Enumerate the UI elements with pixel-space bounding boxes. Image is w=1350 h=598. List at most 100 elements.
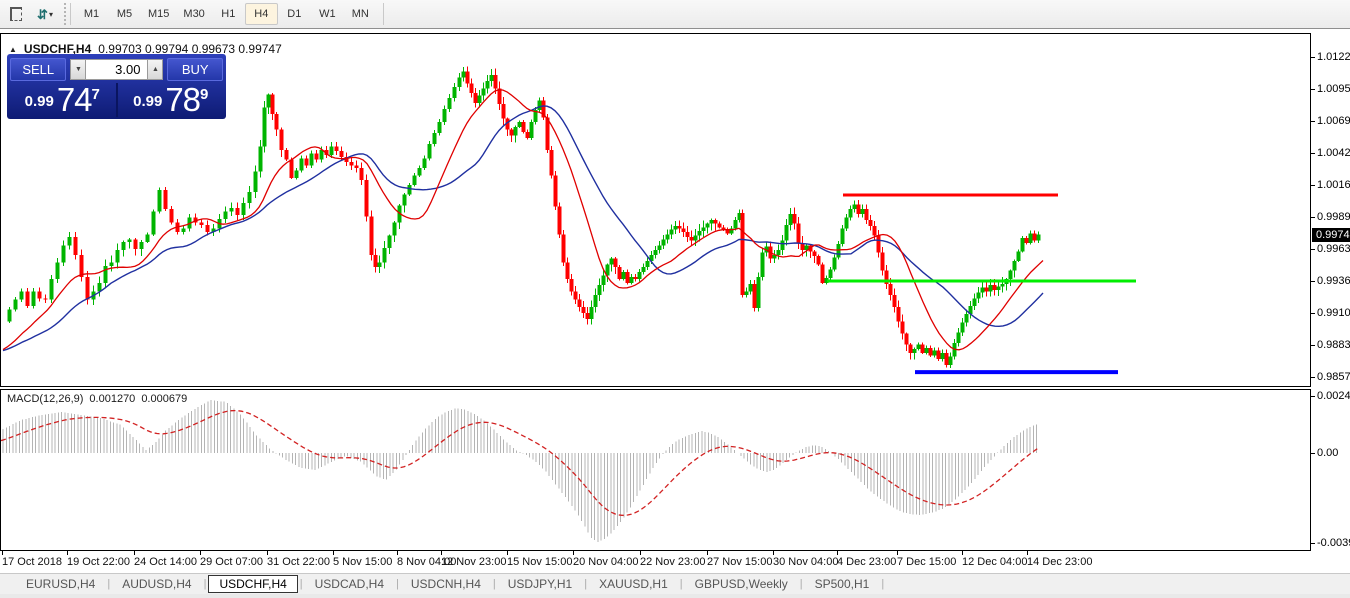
price-axis-label: 0.99100 <box>1317 307 1350 319</box>
volume-input[interactable] <box>86 59 147 80</box>
price-axis-label: 1.01220 <box>1317 51 1350 63</box>
auto-arrange-icon[interactable]: ⇵ ▾ <box>32 2 58 26</box>
tab-usdcnh[interactable]: USDCNH,H4 <box>401 576 491 592</box>
price-axis-label: 0.99895 <box>1317 211 1350 223</box>
timeframe-button-group: M1M5M15M30H1H4D1W1MN <box>75 3 377 25</box>
tab-usdchf[interactable]: USDCHF,H4 <box>208 575 297 593</box>
time-axis-label: 7 Dec 15:00 <box>897 556 956 568</box>
top-toolbar: ⇵ ▾ M1M5M15M30H1H4D1W1MN <box>0 0 1350 29</box>
timeframe-button-m5[interactable]: M5 <box>108 3 141 25</box>
current-price-badge: 0.99747 <box>1312 228 1350 242</box>
tab-eurusd[interactable]: EURUSD,H4 <box>16 576 105 592</box>
buy-price[interactable]: 0.99 78 9 <box>119 83 224 117</box>
time-axis-label: 12 Dec 04:00 <box>962 556 1027 568</box>
time-axis-label: 24 Oct 14:00 <box>134 556 197 568</box>
buy-price-pips: 78 <box>165 85 200 115</box>
macd-indicator-pane[interactable]: MACD(12,26,9) 0.001270 0.000679 <box>0 389 1311 551</box>
dropdown-arrow-icon: ▾ <box>49 10 53 19</box>
time-axis-tick <box>134 551 135 555</box>
tab-sp500[interactable]: SP500,H1 <box>805 576 880 592</box>
transfer-arrows-icon: ⇵ <box>37 8 48 21</box>
time-axis-label: 12 Nov 23:00 <box>441 556 506 568</box>
price-axis-tick <box>1311 313 1315 314</box>
tab-separator: | <box>584 578 587 590</box>
time-axis-tick <box>441 551 442 555</box>
volume-increase-button[interactable]: ▲ <box>147 59 163 80</box>
tab-usdcad[interactable]: USDCAD,H4 <box>305 576 394 592</box>
price-axis-tick <box>1311 217 1315 218</box>
chart-window: ▲ USDCHF,H4 0.99703 0.99794 0.99673 0.99… <box>0 29 1350 573</box>
price-axis-label: 0.99365 <box>1317 275 1350 287</box>
timeframe-button-mn[interactable]: MN <box>344 3 377 25</box>
tab-usdjpy[interactable]: USDJPY,H1 <box>498 576 582 592</box>
tab-separator: | <box>107 578 110 590</box>
tab-separator: | <box>300 578 303 590</box>
timeframe-button-m15[interactable]: M15 <box>141 3 176 25</box>
macd-axis-label: 0.00 <box>1317 447 1338 459</box>
timeframe-button-h1[interactable]: H1 <box>212 3 245 25</box>
time-axis-label: 19 Oct 22:00 <box>67 556 130 568</box>
timeframe-button-h4[interactable]: H4 <box>245 3 278 25</box>
tab-separator: | <box>881 578 884 590</box>
macd-main-value: 0.001270 <box>89 393 135 405</box>
timeframe-button-d1[interactable]: D1 <box>278 3 311 25</box>
time-axis-label: 20 Nov 04:00 <box>573 556 638 568</box>
macd-axis-label: -0.003913 <box>1317 537 1350 549</box>
macd-signal-value: 0.000679 <box>141 393 187 405</box>
price-axis-tick <box>1311 249 1315 250</box>
macd-name: MACD(12,26,9) <box>7 393 83 405</box>
time-axis-tick <box>200 551 201 555</box>
toolbar-separator <box>64 3 71 25</box>
price-axis-tick <box>1311 57 1315 58</box>
buy-button[interactable]: BUY <box>167 58 223 81</box>
selection-tool-icon[interactable] <box>3 2 29 26</box>
time-axis-tick <box>1027 551 1028 555</box>
price-axis-label: 1.00955 <box>1317 83 1350 95</box>
tab-separator: | <box>396 578 399 590</box>
sell-button[interactable]: SELL <box>10 58 66 81</box>
time-axis-label: 31 Oct 22:00 <box>267 556 330 568</box>
buy-price-base: 0.99 <box>133 89 162 115</box>
macd-chart[interactable] <box>1 390 1310 550</box>
tab-separator: | <box>204 578 207 590</box>
time-axis-label: 22 Nov 23:00 <box>640 556 705 568</box>
timeframe-button-w1[interactable]: W1 <box>311 3 344 25</box>
tab-xauusd[interactable]: XAUUSD,H1 <box>589 576 678 592</box>
tab-gbpusd[interactable]: GBPUSD,Weekly <box>685 576 798 592</box>
tab-audusd[interactable]: AUDUSD,H4 <box>112 576 201 592</box>
chart-tab-bar: EURUSD,H4|AUDUSD,H4|USDCHF,H4|USDCAD,H4|… <box>0 573 1350 594</box>
timeframe-button-m1[interactable]: M1 <box>75 3 108 25</box>
time-axis-tick <box>2 551 3 555</box>
time-axis[interactable]: 17 Oct 2018 19 Oct 22:00 24 Oct 14:0029 Oc… <box>0 551 1311 573</box>
sell-price-point: 7 <box>92 89 100 101</box>
time-axis-label: 29 Oct 07:00 <box>200 556 263 568</box>
toolbar-separator <box>383 3 384 25</box>
tab-separator: | <box>800 578 803 590</box>
collapse-panel-icon[interactable]: ▲ <box>9 45 17 54</box>
macd-axis-tick <box>1311 453 1315 454</box>
tab-separator: | <box>680 578 683 590</box>
price-axis-tick <box>1311 89 1315 90</box>
price-axis-label: 1.00690 <box>1317 115 1350 127</box>
price-axis-tick <box>1311 185 1315 186</box>
tab-separator: | <box>493 578 496 590</box>
time-axis-tick <box>773 551 774 555</box>
time-axis-tick <box>897 551 898 555</box>
time-axis-tick <box>640 551 641 555</box>
price-axis-tick <box>1311 153 1315 154</box>
time-axis-tick <box>397 551 398 555</box>
price-axis-label: 0.98570 <box>1317 371 1350 383</box>
price-axis-tick <box>1311 281 1315 282</box>
time-axis-label: 30 Nov 04:00 <box>773 556 838 568</box>
time-axis-label: 17 Oct 2018 <box>2 556 62 568</box>
price-axis[interactable]: 0.99747 1.012201.009551.006901.004251.00… <box>1311 33 1350 551</box>
timeframe-button-m30[interactable]: M30 <box>176 3 211 25</box>
time-axis-tick <box>837 551 838 555</box>
volume-decrease-button[interactable]: ▼ <box>70 59 86 80</box>
one-click-trading-panel: SELL ▼ ▲ BUY 0.99 74 7 <box>7 54 226 119</box>
sell-price-pips: 74 <box>57 85 92 115</box>
price-axis-tick <box>1311 121 1315 122</box>
time-axis-label: 14 Dec 23:00 <box>1027 556 1092 568</box>
sell-price[interactable]: 0.99 74 7 <box>10 83 115 117</box>
price-chart-pane[interactable]: ▲ USDCHF,H4 0.99703 0.99794 0.99673 0.99… <box>0 33 1311 387</box>
